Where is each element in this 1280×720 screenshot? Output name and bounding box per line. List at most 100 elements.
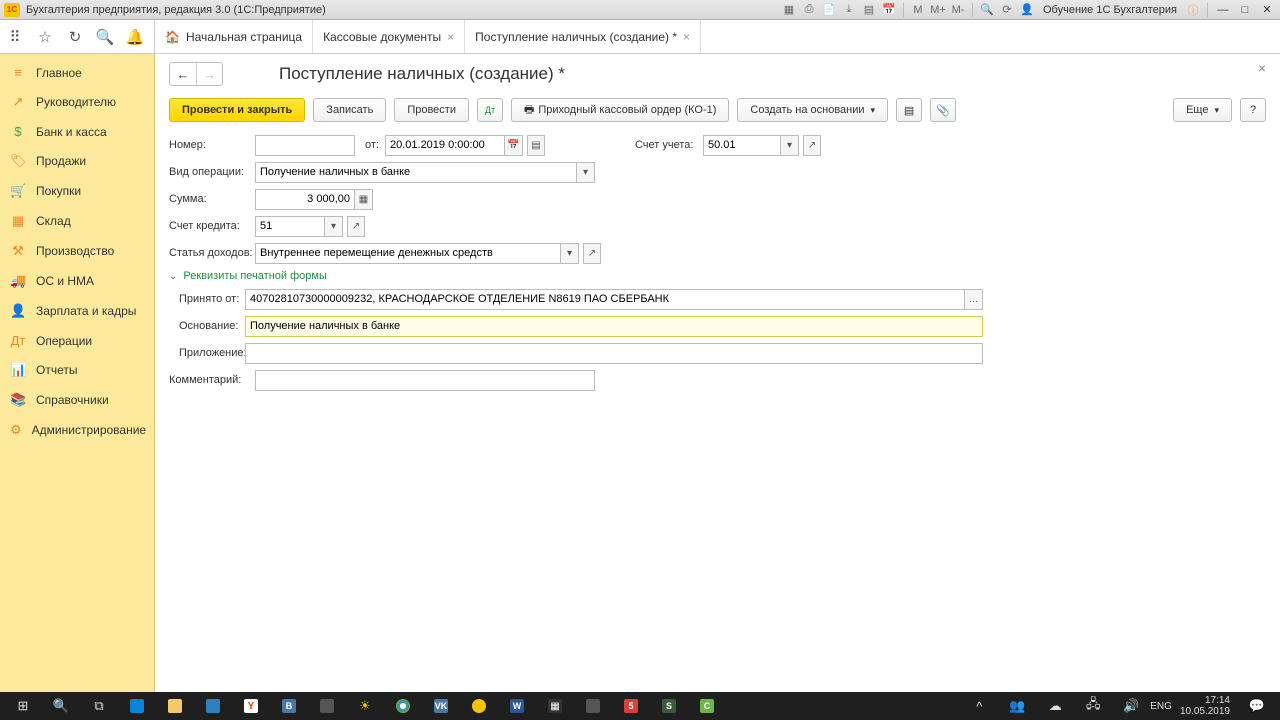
notifications-icon[interactable]: 💬 (1238, 692, 1276, 720)
save-icon[interactable]: ⤓ (841, 2, 857, 18)
app-icon-2[interactable] (308, 692, 346, 720)
print-form-section[interactable]: ⌄ Реквизиты печатной формы (169, 270, 1266, 282)
back-button[interactable]: ← (170, 63, 196, 85)
start-button[interactable]: ⊞ (4, 692, 42, 720)
print-icon[interactable]: ⎙ (801, 2, 817, 18)
dtcr-button[interactable]: Дт (477, 98, 503, 122)
close-icon[interactable]: × (683, 30, 690, 44)
structure-button[interactable]: ▤ (896, 98, 922, 122)
grid-icon[interactable]: ▦ (781, 2, 797, 18)
income-input[interactable] (255, 243, 561, 264)
calc-icon[interactable]: ▤ (861, 2, 877, 18)
help-button[interactable]: ? (1240, 98, 1266, 122)
calendar-icon[interactable]: 📅 (881, 2, 897, 18)
calc-taskbar-icon[interactable]: ▦ (536, 692, 574, 720)
close-icon[interactable]: × (447, 30, 454, 44)
apps-icon[interactable]: ⠿ (0, 20, 30, 54)
dropdown-icon[interactable]: ▾ (577, 162, 595, 183)
optype-input[interactable] (255, 162, 577, 183)
calc-icon[interactable]: ▦ (355, 189, 373, 210)
app-icon-3[interactable] (574, 692, 612, 720)
sidebar-item-assets[interactable]: 🚚ОС и НМА (0, 266, 154, 296)
m-minus-icon[interactable]: M- (950, 2, 966, 18)
calendar-icon[interactable]: 📅 (505, 135, 523, 156)
post-button[interactable]: Провести (394, 98, 469, 122)
tab-home[interactable]: 🏠 Начальная страница (155, 20, 313, 53)
tray-up-icon[interactable]: ^ (960, 692, 998, 720)
info-icon[interactable]: ⓘ (1185, 2, 1201, 18)
write-button[interactable]: Записать (313, 98, 386, 122)
open-icon[interactable]: ↗ (347, 216, 365, 237)
bell-icon[interactable]: 🔔 (120, 20, 150, 54)
number-input[interactable] (255, 135, 355, 156)
app-icon-red2[interactable]: S (650, 692, 688, 720)
store-icon[interactable] (194, 692, 232, 720)
date-input[interactable] (385, 135, 505, 156)
camtasia-icon[interactable]: C (688, 692, 726, 720)
attach-input[interactable] (245, 343, 983, 364)
edge-icon[interactable] (118, 692, 156, 720)
zoom-icon[interactable]: 🔍 (979, 2, 995, 18)
forward-button[interactable]: → (196, 63, 222, 85)
maximize-button[interactable]: □ (1236, 2, 1254, 18)
word-icon[interactable]: W (498, 692, 536, 720)
weather-icon[interactable]: ☀ (346, 692, 384, 720)
account-input[interactable] (703, 135, 781, 156)
close-button[interactable]: ✕ (1258, 2, 1276, 18)
sum-input[interactable] (255, 189, 355, 210)
yandex-icon[interactable]: Y (232, 692, 270, 720)
open-icon[interactable]: ↗ (583, 243, 601, 264)
search-icon[interactable]: 🔍 (90, 20, 120, 54)
sound-icon[interactable]: 🔊 (1112, 692, 1150, 720)
sidebar-item-payroll[interactable]: 👤Зарплата и кадры (0, 296, 154, 326)
tab-cash-documents[interactable]: Кассовые документы × (313, 20, 465, 53)
list-icon[interactable]: ▤ (527, 135, 545, 156)
sidebar-item-main[interactable]: ≡Главное (0, 58, 154, 87)
close-page-button[interactable]: × (1258, 60, 1266, 76)
sidebar-item-purchases[interactable]: 🛒Покупки (0, 176, 154, 206)
sidebar-item-refs[interactable]: 📚Справочники (0, 385, 154, 415)
app-icon-red1[interactable]: 5 (612, 692, 650, 720)
doc-icon[interactable]: 📄 (821, 2, 837, 18)
comment-input[interactable] (255, 370, 595, 391)
search-button[interactable]: 🔍 (42, 692, 80, 720)
people-icon[interactable]: 👥 (998, 692, 1036, 720)
sidebar-item-bank[interactable]: $Банк и касса (0, 117, 154, 146)
m-icon[interactable]: M (910, 2, 926, 18)
sidebar-item-manager[interactable]: ↗Руководителю (0, 87, 154, 117)
ellipsis-icon[interactable]: … (965, 289, 983, 310)
received-input[interactable] (245, 289, 965, 310)
attach-button[interactable]: 📎 (930, 98, 956, 122)
tab-cash-receipt[interactable]: Поступление наличных (создание) * × (465, 20, 701, 53)
user-icon[interactable]: 👤 (1019, 2, 1035, 18)
sidebar-item-reports[interactable]: 📊Отчеты (0, 355, 154, 385)
history-icon[interactable]: ↻ (60, 20, 90, 54)
more-button[interactable]: Еще▾ (1173, 98, 1232, 122)
chrome-icon[interactable] (384, 692, 422, 720)
sidebar-item-sales[interactable]: 🏷Продажи (0, 146, 154, 176)
star-icon[interactable]: ☆ (30, 20, 60, 54)
vk-icon-1[interactable]: B (270, 692, 308, 720)
basis-input[interactable] (245, 316, 983, 337)
clock[interactable]: 17:14 10.05.2019 (1172, 695, 1238, 717)
network-icon[interactable]: 🖧 (1074, 692, 1112, 720)
1c-icon[interactable] (460, 692, 498, 720)
sidebar-item-warehouse[interactable]: ▦Склад (0, 206, 154, 236)
taskview-button[interactable]: ⧉ (80, 692, 118, 720)
sidebar-item-operations[interactable]: ДтОперации (0, 326, 154, 355)
explorer-icon[interactable] (156, 692, 194, 720)
onedrive-icon[interactable]: ☁ (1036, 692, 1074, 720)
credit-input[interactable] (255, 216, 325, 237)
dropdown-icon[interactable]: ▾ (561, 243, 579, 264)
open-icon[interactable]: ↗ (803, 135, 821, 156)
lang-indicator[interactable]: ENG (1150, 692, 1172, 720)
post-close-button[interactable]: Провести и закрыть (169, 98, 305, 122)
sidebar-item-admin[interactable]: ⚙Администрирование (0, 415, 154, 445)
refresh-icon[interactable]: ⟳ (999, 2, 1015, 18)
create-based-button[interactable]: Создать на основании▾ (737, 98, 888, 122)
vk-icon-2[interactable]: VK (422, 692, 460, 720)
sidebar-item-production[interactable]: ⚒Производство (0, 236, 154, 266)
minimize-button[interactable]: — (1214, 2, 1232, 18)
print-pko-button[interactable]: 🖶Приходный кассовый ордер (КО-1) (511, 98, 729, 122)
dropdown-icon[interactable]: ▾ (781, 135, 799, 156)
